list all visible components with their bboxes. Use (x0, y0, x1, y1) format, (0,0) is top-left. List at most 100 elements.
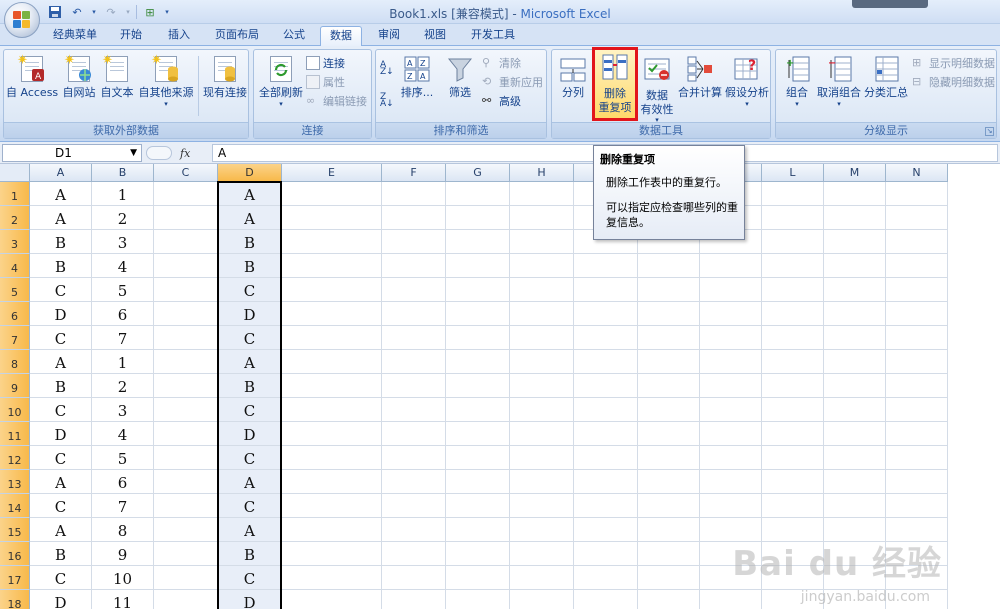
tab-classic-menu[interactable]: 经典菜单 (46, 26, 104, 46)
cell-f16[interactable] (382, 542, 446, 566)
cell-j16[interactable] (638, 542, 700, 566)
cell-i14[interactable] (574, 494, 638, 518)
cell-f12[interactable] (382, 446, 446, 470)
cell-j18[interactable] (638, 590, 700, 609)
cell-m2[interactable] (824, 206, 886, 230)
cell-f1[interactable] (382, 182, 446, 206)
cell-h2[interactable] (510, 206, 574, 230)
cell-e12[interactable] (282, 446, 382, 470)
cell-a11[interactable]: D (30, 422, 92, 446)
cell-m1[interactable] (824, 182, 886, 206)
cell-a18[interactable]: D (30, 590, 92, 609)
cell-d2[interactable]: A (218, 206, 282, 230)
cell-e3[interactable] (282, 230, 382, 254)
cell-m5[interactable] (824, 278, 886, 302)
cell-n10[interactable] (886, 398, 948, 422)
cell-k6[interactable] (700, 302, 762, 326)
cell-b3[interactable]: 3 (92, 230, 154, 254)
cell-d15[interactable]: A (218, 518, 282, 542)
column-header-d[interactable]: D (218, 164, 282, 182)
cell-i9[interactable] (574, 374, 638, 398)
cell-e18[interactable] (282, 590, 382, 609)
tab-review[interactable]: 审阅 (370, 26, 408, 46)
cell-d6[interactable]: D (218, 302, 282, 326)
cell-h4[interactable] (510, 254, 574, 278)
cell-m10[interactable] (824, 398, 886, 422)
cell-e13[interactable] (282, 470, 382, 494)
row-header[interactable]: 2 (0, 206, 30, 230)
edit-links-button[interactable]: ∞ 编辑链接 (306, 92, 367, 110)
cell-a15[interactable]: A (30, 518, 92, 542)
cell-k9[interactable] (700, 374, 762, 398)
row-header[interactable]: 9 (0, 374, 30, 398)
office-button[interactable] (4, 2, 40, 38)
cell-k13[interactable] (700, 470, 762, 494)
cell-j17[interactable] (638, 566, 700, 590)
cell-i13[interactable] (574, 470, 638, 494)
cell-g4[interactable] (446, 254, 510, 278)
cell-c17[interactable] (154, 566, 218, 590)
cell-j5[interactable] (638, 278, 700, 302)
cell-i5[interactable] (574, 278, 638, 302)
cell-n2[interactable] (886, 206, 948, 230)
cell-d10[interactable]: C (218, 398, 282, 422)
cell-j4[interactable] (638, 254, 700, 278)
cell-c2[interactable] (154, 206, 218, 230)
cell-b11[interactable]: 4 (92, 422, 154, 446)
cell-n1[interactable] (886, 182, 948, 206)
cell-g6[interactable] (446, 302, 510, 326)
cell-g17[interactable] (446, 566, 510, 590)
cell-b1[interactable]: 1 (92, 182, 154, 206)
cell-i16[interactable] (574, 542, 638, 566)
cell-c10[interactable] (154, 398, 218, 422)
cell-a6[interactable]: D (30, 302, 92, 326)
tab-formulas[interactable]: 公式 (276, 26, 312, 46)
cell-d16[interactable]: B (218, 542, 282, 566)
outline-dialog-launcher-icon[interactable]: ↘ (985, 127, 994, 136)
row-header[interactable]: 15 (0, 518, 30, 542)
cell-c1[interactable] (154, 182, 218, 206)
window-controls[interactable] (852, 0, 928, 8)
cell-j6[interactable] (638, 302, 700, 326)
cell-g12[interactable] (446, 446, 510, 470)
column-header-b[interactable]: B (92, 164, 154, 182)
row-header[interactable]: 1 (0, 182, 30, 206)
cell-g5[interactable] (446, 278, 510, 302)
cell-g7[interactable] (446, 326, 510, 350)
cell-f8[interactable] (382, 350, 446, 374)
cell-i7[interactable] (574, 326, 638, 350)
cell-h14[interactable] (510, 494, 574, 518)
cell-e14[interactable] (282, 494, 382, 518)
cell-h18[interactable] (510, 590, 574, 609)
cell-k7[interactable] (700, 326, 762, 350)
row-header[interactable]: 8 (0, 350, 30, 374)
cell-c16[interactable] (154, 542, 218, 566)
cell-a10[interactable]: C (30, 398, 92, 422)
from-web-button[interactable]: ✷ 自网站 (60, 54, 98, 100)
cell-l6[interactable] (762, 302, 824, 326)
cell-f11[interactable] (382, 422, 446, 446)
row-header[interactable]: 7 (0, 326, 30, 350)
cell-i15[interactable] (574, 518, 638, 542)
cell-l7[interactable] (762, 326, 824, 350)
cell-d4[interactable]: B (218, 254, 282, 278)
cell-g2[interactable] (446, 206, 510, 230)
row-header[interactable]: 4 (0, 254, 30, 278)
cell-f2[interactable] (382, 206, 446, 230)
cell-j12[interactable] (638, 446, 700, 470)
column-header-h[interactable]: H (510, 164, 574, 182)
cell-c12[interactable] (154, 446, 218, 470)
cell-h12[interactable] (510, 446, 574, 470)
cell-a13[interactable]: A (30, 470, 92, 494)
cell-d17[interactable]: C (218, 566, 282, 590)
cell-i10[interactable] (574, 398, 638, 422)
data-validation-button[interactable]: 数据 有效性 ▾ (638, 54, 676, 124)
cell-m12[interactable] (824, 446, 886, 470)
cell-d13[interactable]: A (218, 470, 282, 494)
cell-d11[interactable]: D (218, 422, 282, 446)
cell-l9[interactable] (762, 374, 824, 398)
cell-k8[interactable] (700, 350, 762, 374)
cell-d14[interactable]: C (218, 494, 282, 518)
cell-d5[interactable]: C (218, 278, 282, 302)
cell-l3[interactable] (762, 230, 824, 254)
